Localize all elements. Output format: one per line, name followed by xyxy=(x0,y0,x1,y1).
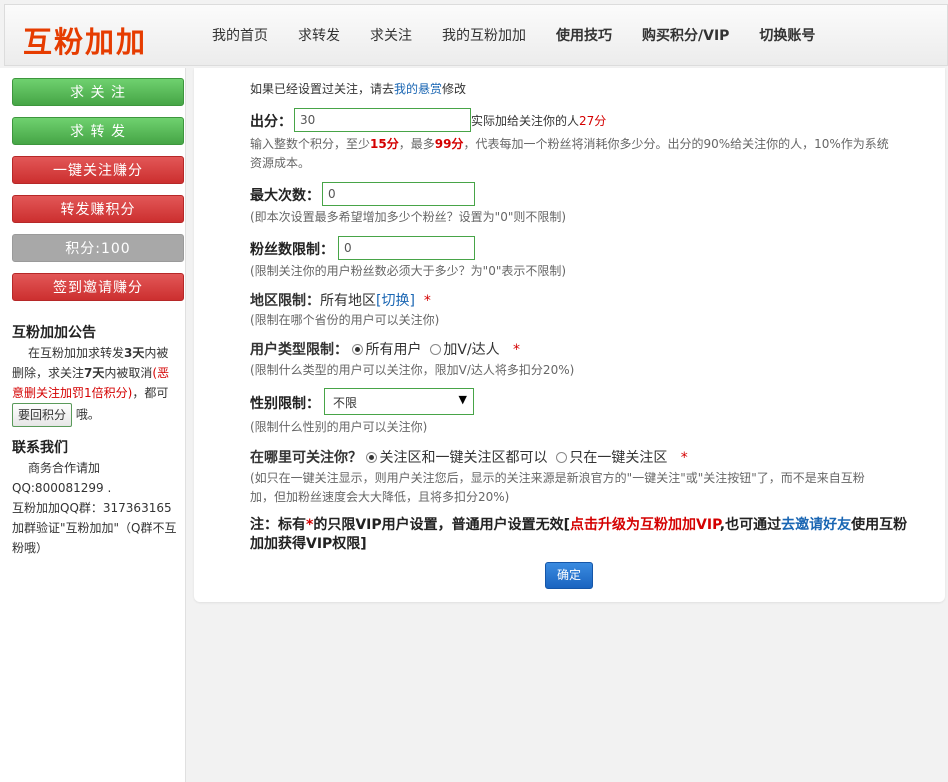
region-label: 地区限制： xyxy=(250,293,320,309)
contact-title: 联系我们 xyxy=(12,440,68,456)
notice-days-3: 3天 xyxy=(124,346,145,360)
my-reward-link[interactable]: 我的悬赏 xyxy=(394,82,442,96)
sidebar: 求 关 注 求 转 发 一键关注赚分 转发赚积分 积分:100 签到邀请赚分 互… xyxy=(0,68,186,782)
where-hint-line1: (如只在一键关注显示，则用户关注您后，显示的关注来源是新浪官方的"一键关注"或"… xyxy=(250,471,865,485)
contact-qq: QQ:800081299 . xyxy=(12,481,112,495)
where-option-both[interactable]: 关注区和一键关注区都可以 xyxy=(366,450,547,466)
nav-my-hufen[interactable]: 我的互粉加加 xyxy=(427,25,541,45)
radio-icon[interactable] xyxy=(556,452,568,463)
fans-limit-hint: (限制关注你的用户粉丝数必须大于多少？为"0"表示不限制) xyxy=(250,264,567,278)
where-hint-line2: 加，但加粉丝速度会大大降低，且将多扣分20%) xyxy=(250,490,510,504)
where-label: 在哪里可关注你？ xyxy=(250,450,362,466)
contact-verify: 加群验证"互粉加加"（Q群不互粉哦） xyxy=(12,521,177,555)
vip-note-mid2: ,也可通过 xyxy=(719,517,782,533)
notice-line1: 在互粉加加求转发 xyxy=(28,346,125,360)
vip-note-suffix: 使用互粉 xyxy=(851,517,908,533)
max-count-label: 最大次数： xyxy=(250,188,320,204)
qiandao-button[interactable]: 签到邀请赚分 xyxy=(12,273,184,301)
chufen-label: 出分： xyxy=(250,114,292,130)
gender-label: 性别限制： xyxy=(250,396,320,412)
where-option-both-label: 关注区和一键关注区都可以 xyxy=(379,450,548,466)
chufen-hint-mid: ，最多 xyxy=(398,137,435,151)
radio-icon[interactable] xyxy=(430,344,442,355)
notice-tail1: ，都可 xyxy=(132,386,169,400)
nav-qiu-guanzhu[interactable]: 求关注 xyxy=(355,25,427,45)
top-note-prefix: 如果已经设置过关注，请去 xyxy=(250,82,395,96)
top-header: 互粉加加 我的首页 求转发 求关注 我的互粉加加 使用技巧 购买积分/VIP 切… xyxy=(4,4,948,66)
chufen-after: 实际加给关注你的人27分 xyxy=(471,112,606,129)
chufen-hint-min: 15分 xyxy=(370,137,399,151)
radio-icon-checked[interactable] xyxy=(352,344,364,355)
notice-tail2: 哦。 xyxy=(75,407,100,422)
back-score-button[interactable]: 要回积分 xyxy=(12,403,73,427)
contact-body: 商务合作请加 QQ:800081299 . 互粉加加QQ群：317363165 … xyxy=(12,458,184,558)
notice-days-7: 7天 xyxy=(84,366,105,380)
user-type-option-v[interactable]: 加V/达人 xyxy=(430,342,500,358)
vip-note-line2: 加加获得VIP权限] xyxy=(250,536,367,552)
nav-qiu-zhuanfa[interactable]: 求转发 xyxy=(283,25,355,45)
contact-qq-group: 互粉加加QQ群：317363165 xyxy=(12,501,172,515)
region-vip-star: * xyxy=(423,293,431,309)
fans-limit-label: 粉丝数限制： xyxy=(250,242,334,258)
nav-home[interactable]: 我的首页 xyxy=(197,25,283,45)
vip-note-mid: 的只限VIP用户设置，普通用户设置无效[ xyxy=(313,517,571,533)
qiu-guanzhu-button[interactable]: 求 关 注 xyxy=(12,78,184,106)
user-type-option-all[interactable]: 所有用户 xyxy=(352,342,421,358)
notice-body: 在互粉加加求转发3天内被删除，求关注7天内被取消(恶意删关注加罚1倍积分)，都可… xyxy=(12,343,180,427)
chufen-actual-value: 27分 xyxy=(579,114,607,128)
invite-friends-link[interactable]: 去邀请好友 xyxy=(781,517,851,533)
user-type-option-all-label: 所有用户 xyxy=(365,342,422,358)
settings-panel: 如果已经设置过关注，请去我的悬赏修改 出分： 30 实际加给关注你的人27分 输… xyxy=(194,68,945,602)
score-button[interactable]: 积分:100 xyxy=(12,234,184,262)
vip-note: 注：标有*的只限VIP用户设置，普通用户设置无效[点击升级为互粉加加VIP,也可… xyxy=(250,516,907,534)
notice-line1e: 内被取消 xyxy=(104,366,153,380)
region-hint: (限制在哪个省份的用户可以关注你) xyxy=(250,313,440,327)
region-value: 所有地区 xyxy=(320,293,376,309)
chufen-hint-max: 99分 xyxy=(434,137,464,151)
qiu-zhuanfa-button[interactable]: 求 转 发 xyxy=(12,117,184,145)
max-count-input[interactable]: 0 xyxy=(322,182,475,206)
user-type-option-v-label: 加V/达人 xyxy=(443,342,500,358)
user-type-hint: (限制什么类型的用户可以关注你，限加V/达人将多扣分20%) xyxy=(250,363,575,377)
chufen-hint-line2: 资源成本。 xyxy=(250,156,311,170)
user-type-row: 用户类型限制： 所有用户 加V/达人 * xyxy=(250,339,520,359)
radio-icon-checked[interactable] xyxy=(366,452,378,463)
chufen-hint: 输入整数个积分，至少15分，最多99分，代表每加一个粉丝将消耗你多少分。出分的9… xyxy=(250,135,889,152)
region-switch-link[interactable]: [切换] xyxy=(376,293,415,309)
nav-switch-account[interactable]: 切换账号 xyxy=(744,25,830,45)
nav-buy-vip[interactable]: 购买积分/VIP xyxy=(627,25,744,45)
where-option-yijian-label: 只在一键关注区 xyxy=(569,450,668,466)
user-type-label: 用户类型限制： xyxy=(250,342,348,358)
max-count-hint: (即本次设置最多希望增加多少个粉丝？设置为"0"则不限制) xyxy=(250,210,567,224)
where-row: 在哪里可关注你？ 关注区和一键关注区都可以 只在一键关注区 * xyxy=(250,447,688,467)
vip-note-prefix: 注：标有 xyxy=(250,517,306,533)
where-option-yijian[interactable]: 只在一键关注区 xyxy=(556,450,667,466)
score-label: 积分:100 xyxy=(65,241,131,257)
zhuanfa-zhuanfen-button[interactable]: 转发赚积分 xyxy=(12,195,184,223)
gender-select-value: 不限 xyxy=(333,396,358,410)
confirm-button[interactable]: 确定 xyxy=(545,562,593,589)
site-logo[interactable]: 互粉加加 xyxy=(23,19,147,61)
chufen-input[interactable]: 30 xyxy=(294,108,471,132)
dropdown-caret-icon: ▼ xyxy=(458,393,467,406)
contact-line1: 商务合作请加 xyxy=(28,461,101,475)
user-type-vip-star: * xyxy=(513,342,521,358)
chufen-hint-suffix: ，代表每加一个粉丝将消耗你多少分。出分的90%给关注你的人，10%作为系统 xyxy=(463,137,889,151)
notice-title: 互粉加加公告 xyxy=(12,325,96,341)
gender-select[interactable]: 不限 ▼ xyxy=(324,388,474,415)
top-note: 如果已经设置过关注，请去我的悬赏修改 xyxy=(250,80,466,97)
gender-hint: (限制什么性别的用户可以关注你) xyxy=(250,420,428,434)
yijian-guanzhu-button[interactable]: 一键关注赚分 xyxy=(12,156,184,184)
top-note-suffix: 修改 xyxy=(442,82,467,96)
region-row: 地区限制：所有地区[切换] * xyxy=(250,290,431,310)
chufen-after-prefix: 实际加给关注你的人 xyxy=(471,114,580,128)
main-nav: 我的首页 求转发 求关注 我的互粉加加 使用技巧 购买积分/VIP 切换账号 xyxy=(197,5,830,65)
chufen-hint-prefix: 输入整数个积分，至少 xyxy=(250,137,371,151)
fans-limit-input[interactable]: 0 xyxy=(338,236,475,260)
where-vip-star: * xyxy=(680,450,688,466)
nav-tips[interactable]: 使用技巧 xyxy=(541,25,627,45)
upgrade-vip-link[interactable]: 点击升级为互粉加加VIP xyxy=(570,517,720,533)
